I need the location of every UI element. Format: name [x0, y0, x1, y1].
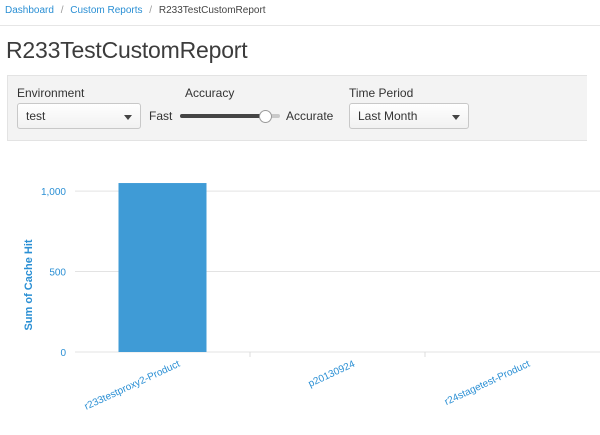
chart-ylabel: Sum of Cache Hit [23, 239, 35, 330]
y-tick-label: 0 [60, 348, 66, 359]
x-tick-label: p20130924 [307, 359, 357, 390]
filter-panel: Environment test Accuracy Fast Accurate … [7, 75, 587, 141]
accuracy-max-label: Accurate [286, 109, 334, 123]
breadcrumb-current: R233TestCustomReport [158, 5, 266, 16]
accuracy-slider-fill [180, 114, 265, 118]
accuracy-label: Accuracy [185, 86, 235, 100]
time-period-label: Time Period [349, 86, 414, 100]
time-period-select[interactable]: Last Month [349, 103, 469, 129]
breadcrumb-separator: / [60, 5, 64, 16]
breadcrumb: Dashboard / Custom Reports / R233TestCus… [5, 5, 266, 17]
environment-label: Environment [17, 86, 85, 100]
chevron-down-icon [124, 115, 132, 120]
breadcrumb-dashboard-link[interactable]: Dashboard [5, 5, 54, 16]
cache-hit-bar-chart: Sum of Cache Hit 0 500 1,000 r233testproxy2… [23, 183, 600, 413]
environment-select[interactable]: test [17, 103, 141, 129]
breadcrumb-custom-reports-link[interactable]: Custom Reports [70, 5, 142, 16]
accuracy-min-label: Fast [149, 109, 173, 123]
x-tick-label: r24stagetest-Product [443, 359, 532, 408]
y-tick-label: 500 [49, 268, 66, 279]
breadcrumb-separator: / [149, 5, 153, 16]
accuracy-slider-handle[interactable] [258, 110, 272, 123]
bar-r233testproxy2-Product [118, 183, 207, 352]
chevron-down-icon [452, 115, 460, 120]
page-title: R233TestCustomReport [6, 37, 248, 63]
time-period-select-value: Last Month [358, 109, 418, 123]
environment-select-value: test [26, 109, 46, 123]
header-divider [0, 25, 600, 26]
x-tick-label: r233testproxy2-Product [83, 359, 182, 413]
y-tick-label: 1,000 [41, 187, 66, 198]
